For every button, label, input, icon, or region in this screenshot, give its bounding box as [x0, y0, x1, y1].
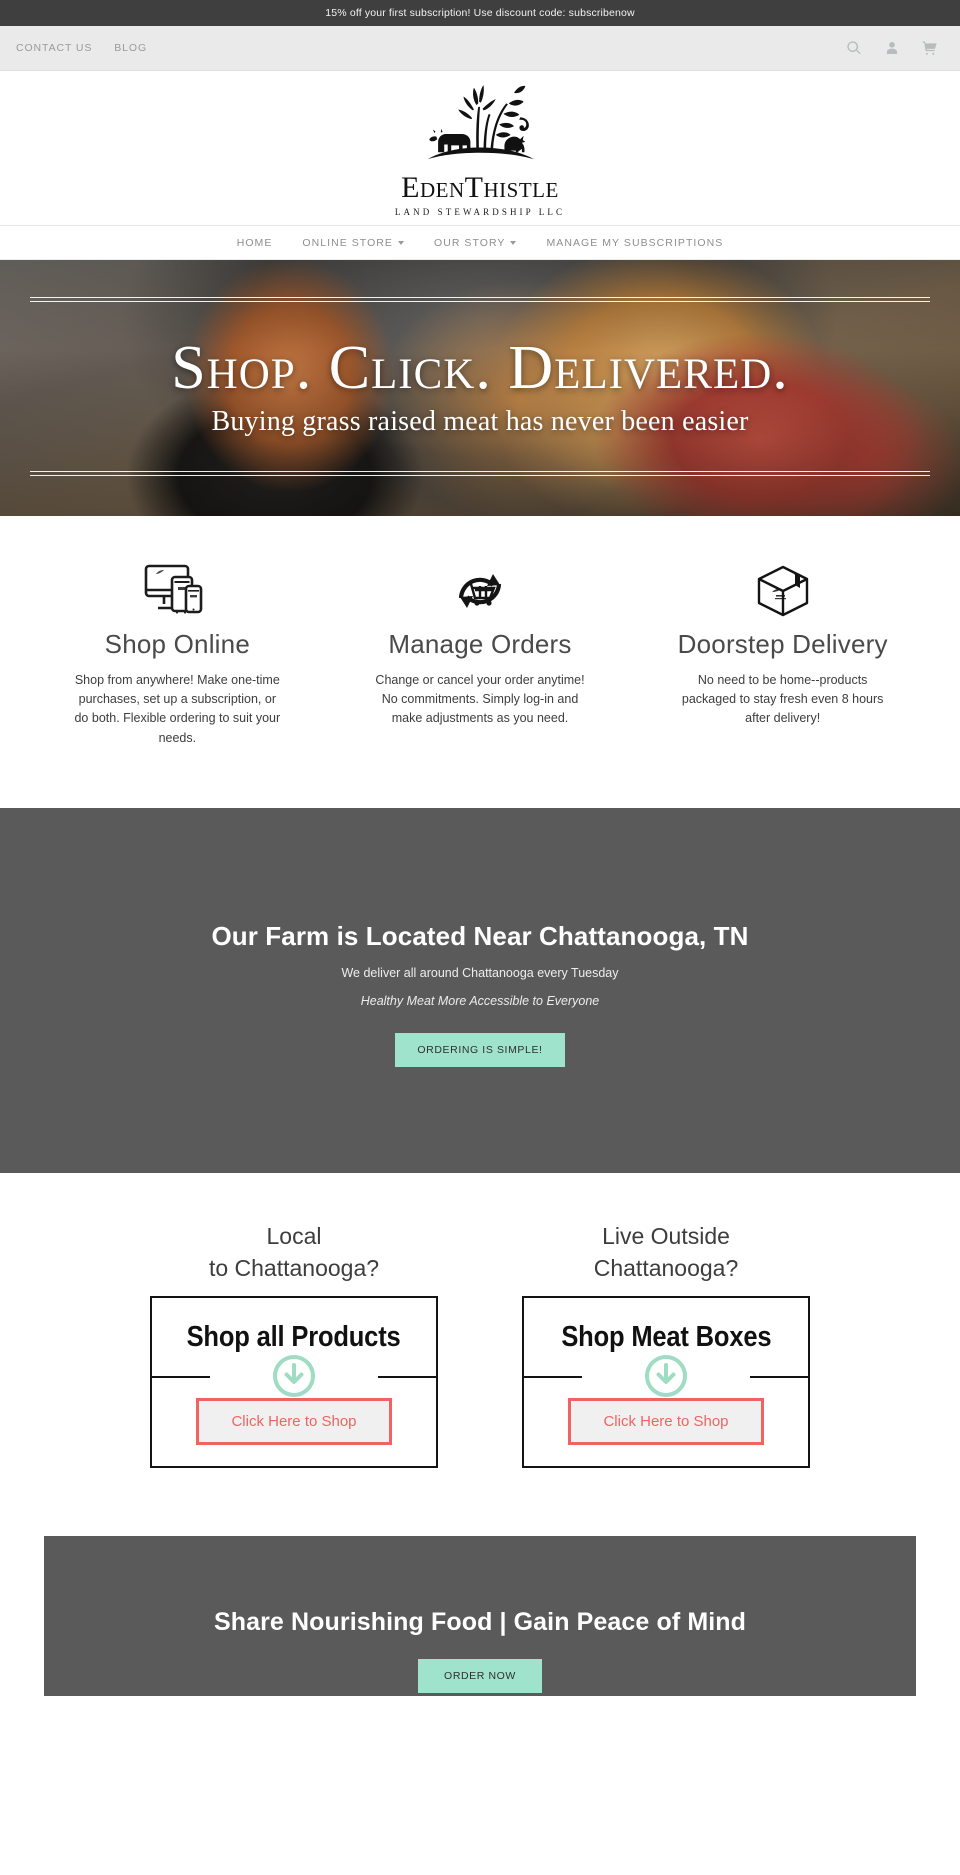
- shop-choice-box[interactable]: Shop Meat Boxes Click Here to Shop: [522, 1296, 810, 1469]
- package-box-icon: [649, 554, 916, 620]
- seam-left-line: [150, 1376, 210, 1379]
- feature-title: Doorstep Delivery: [677, 629, 888, 659]
- location-band: Our Farm is Located Near Chattanooga, TN…: [0, 808, 960, 1174]
- account-icon[interactable]: [884, 40, 900, 56]
- arrow-down-circle-icon: [271, 1353, 317, 1399]
- utility-links: CONTACT US BLOG: [16, 42, 147, 54]
- hero-banner: Shop. Click. Delivered. Buying grass rai…: [0, 260, 960, 516]
- shop-choice-box-label: Shop all Products: [187, 1320, 401, 1353]
- feature-title: Manage Orders: [388, 629, 572, 659]
- nav-item-our-story[interactable]: OUR STORY: [434, 237, 517, 249]
- shop-choice-title: Live Outside Chattanooga?: [522, 1221, 810, 1284]
- utility-bar: CONTACT US BLOG: [0, 26, 960, 71]
- ordering-is-simple-button[interactable]: ORDERING IS SIMPLE!: [395, 1033, 565, 1068]
- nav-item-online-store-label: ONLINE STORE: [302, 236, 393, 249]
- cart-icon[interactable]: [922, 40, 938, 56]
- logo-band: EdenThistle LAND STEWARDSHIP LLC: [0, 71, 960, 226]
- seam-left-line: [522, 1376, 582, 1379]
- hero-content: Shop. Click. Delivered. Buying grass rai…: [0, 337, 960, 439]
- utility-link-blog[interactable]: BLOG: [114, 42, 147, 54]
- feature-doorstep-delivery: Doorstep Delivery No need to be home--pr…: [631, 554, 934, 748]
- utility-link-contact-us[interactable]: CONTACT US: [16, 42, 92, 54]
- shop-choice-outside: Live Outside Chattanooga? Shop Meat Boxe…: [522, 1221, 810, 1469]
- feature-shop-online: Shop Online Shop from anywhere! Make one…: [26, 554, 329, 748]
- shop-choice-title-line1: Local: [266, 1223, 322, 1250]
- shop-choice-section: Local to Chattanooga? Shop all Products …: [0, 1173, 960, 1509]
- hero-rule-top: [30, 297, 930, 302]
- click-here-to-shop-button[interactable]: Click Here to Shop: [568, 1397, 764, 1445]
- shop-choice-box[interactable]: Shop all Products Click Here to Shop: [150, 1296, 438, 1469]
- nav-item-online-store[interactable]: ONLINE STORE: [302, 237, 404, 249]
- hero-headline: Shop. Click. Delivered.: [171, 334, 789, 403]
- feature-body: Change or cancel your order anytime! No …: [375, 672, 585, 726]
- announcement-text: 15% off your first subscription! Use dis…: [325, 7, 635, 19]
- seam-right-line: [378, 1376, 438, 1379]
- order-now-button[interactable]: ORDER NOW: [418, 1659, 542, 1694]
- nav-item-home-label: HOME: [236, 236, 273, 249]
- location-delivery-note: We deliver all around Chattanooga every …: [341, 966, 619, 981]
- location-slogan: Healthy Meat More Accessible to Everyone: [360, 994, 600, 1009]
- nav-item-our-story-label: OUR STORY: [433, 236, 506, 249]
- announcement-bar: 15% off your first subscription! Use dis…: [0, 0, 960, 26]
- hero-subheadline: Buying grass raised meat has never been …: [211, 406, 749, 438]
- chevron-down-icon: [510, 240, 517, 245]
- brand-tagline: LAND STEWARDSHIP LLC: [394, 207, 566, 217]
- main-navigation: HOME ONLINE STORE OUR STORY MANAGE MY SU…: [0, 226, 960, 260]
- seam-right-line: [750, 1376, 810, 1379]
- share-food-heading: Share Nourishing Food | Gain Peace of Mi…: [213, 1608, 747, 1637]
- search-icon[interactable]: [846, 40, 862, 56]
- location-heading: Our Farm is Located Near Chattanooga, TN: [211, 921, 749, 952]
- nav-item-manage-my-subscriptions[interactable]: MANAGE MY SUBSCRIPTIONS: [546, 237, 723, 249]
- shop-choice-box-label: Shop Meat Boxes: [560, 1320, 772, 1353]
- shop-choice-title-line2: to Chattanooga?: [208, 1254, 380, 1281]
- feature-body: No need to be home--products packaged to…: [681, 672, 884, 726]
- share-food-band: Share Nourishing Food | Gain Peace of Mi…: [44, 1536, 916, 1697]
- arrow-down-circle-icon: [643, 1353, 689, 1399]
- shop-choice-local: Local to Chattanooga? Shop all Products …: [150, 1221, 438, 1469]
- feature-body: Shop from anywhere! Make one-time purcha…: [74, 672, 281, 745]
- shop-choice-title-line1: Live Outside: [602, 1223, 730, 1250]
- hero-rule-bottom: [30, 471, 930, 476]
- nav-item-manage-my-subscriptions-label: MANAGE MY SUBSCRIPTIONS: [546, 236, 724, 249]
- shop-choice-title: Local to Chattanooga?: [150, 1221, 438, 1284]
- brand-name[interactable]: EdenThistle: [401, 173, 559, 203]
- click-here-to-shop-button[interactable]: Click Here to Shop: [196, 1397, 392, 1445]
- cart-refresh-icon: [347, 554, 614, 620]
- chevron-down-icon: [397, 240, 404, 245]
- feature-manage-orders: Manage Orders Change or cancel your orde…: [329, 554, 632, 748]
- devices-icon: [44, 554, 311, 620]
- utility-icons: [846, 40, 946, 56]
- shop-choice-title-line2: Chattanooga?: [593, 1254, 739, 1281]
- farm-logo-icon[interactable]: [391, 79, 569, 175]
- feature-title: Shop Online: [104, 629, 250, 659]
- features-section: Shop Online Shop from anywhere! Make one…: [0, 516, 960, 809]
- nav-item-home[interactable]: HOME: [237, 237, 273, 249]
